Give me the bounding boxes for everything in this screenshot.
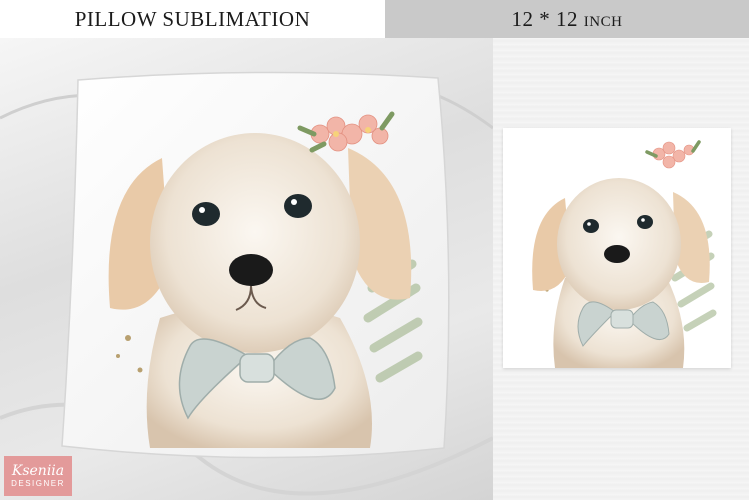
- banner-left: PILLOW SUBLIMATION: [0, 0, 385, 38]
- design-preview: [503, 128, 731, 368]
- designer-logo: Kseniia DESIGNER: [4, 456, 72, 496]
- pillow-photo: [0, 38, 493, 500]
- logo-name: Kseniia: [11, 462, 65, 479]
- banner-title-left: PILLOW SUBLIMATION: [74, 6, 311, 31]
- pillow-image: [0, 71, 493, 496]
- logo-subtitle: DESIGNER: [11, 478, 65, 488]
- design-image: [532, 140, 717, 368]
- banner-title-right: 12 * 12 inch: [511, 6, 623, 31]
- product-mockup: PILLOW SUBLIMATION 12 * 12 inch Kseniia …: [0, 0, 749, 500]
- banner-right: 12 * 12 inch: [385, 0, 749, 38]
